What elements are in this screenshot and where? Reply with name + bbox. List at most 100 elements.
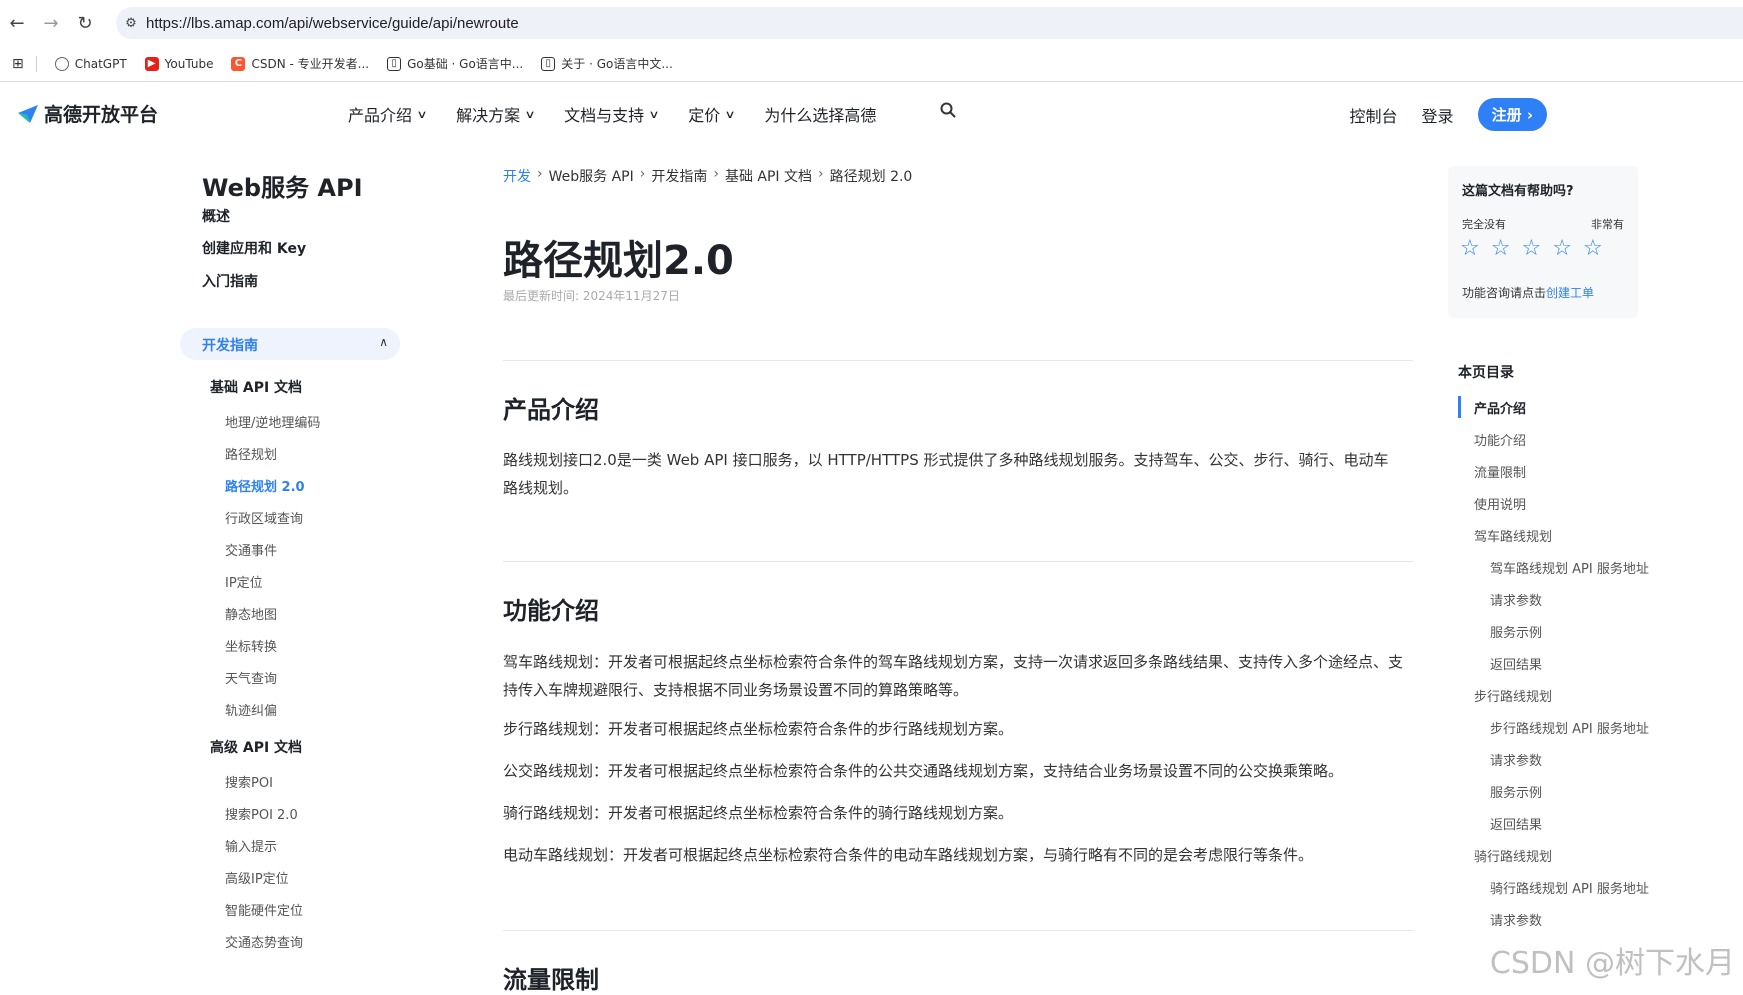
bookmark-chatgpt[interactable]: ChatGPT [55, 57, 127, 71]
book-icon: ▯ [387, 57, 401, 71]
bookmark-go-about[interactable]: ▯ 关于 · Go语言中文... [541, 55, 673, 72]
sidebar-item-getting-started[interactable]: 入门指南 [202, 271, 258, 291]
toc-item[interactable]: 产品介绍 [1474, 398, 1526, 417]
site-info-icon[interactable]: ⚙ [116, 16, 146, 31]
chevron-down-icon: ∨ [524, 108, 535, 121]
main-menu: 产品介绍∨ 解决方案∨ 文档与支持∨ 定价∨ 为什么选择高德 [348, 102, 906, 126]
sidebar-item-traffic-event[interactable]: 交通事件 [225, 540, 277, 559]
bookmark-separator [36, 56, 37, 72]
star-icon[interactable]: ☆ [1521, 238, 1541, 260]
section-paragraph: 路线规划接口2.0是一类 Web API 接口服务，以 HTTP/HTTPS 形… [503, 446, 1403, 502]
star-rating: ☆ ☆ ☆ ☆ ☆ [1460, 238, 1614, 260]
bookmark-youtube[interactable]: ▶ YouTube [145, 57, 214, 71]
search-icon[interactable] [940, 102, 956, 123]
create-ticket-link[interactable]: 创建工单 [1546, 286, 1594, 300]
star-icon[interactable]: ☆ [1583, 238, 1603, 260]
feedback-help: 功能咨询请点击创建工单 [1462, 284, 1594, 301]
sidebar-item-coord-convert[interactable]: 坐标转换 [225, 636, 277, 655]
section-heading: 功能介绍 [503, 591, 599, 626]
toc-active-indicator [1458, 396, 1461, 418]
divider [503, 360, 1413, 361]
sidebar-item-grasp-road[interactable]: 轨迹纠偏 [225, 700, 277, 719]
reload-icon[interactable]: ↻ [68, 6, 102, 40]
toc-item[interactable]: 请求参数 [1490, 910, 1542, 929]
sidebar-item-static-map[interactable]: 静态地图 [225, 604, 277, 623]
sidebar-item-traffic-status[interactable]: 交通态势查询 [225, 932, 303, 951]
youtube-icon: ▶ [145, 57, 159, 71]
breadcrumb-item[interactable]: 基础 API 文档 [725, 166, 812, 186]
toc-item[interactable]: 返回结果 [1490, 814, 1542, 833]
chevron-right-icon: › [640, 166, 646, 186]
toc-item[interactable]: 步行路线规划 [1474, 686, 1552, 705]
url-text[interactable]: https://lbs.amap.com/api/webservice/guid… [146, 15, 519, 32]
toc-item[interactable]: 驾车路线规划 API 服务地址 [1490, 558, 1649, 577]
star-icon[interactable]: ☆ [1460, 238, 1480, 260]
toc-item[interactable]: 请求参数 [1490, 590, 1542, 609]
toc-item[interactable]: 请求参数 [1490, 750, 1542, 769]
sidebar-item-poi-search-v2[interactable]: 搜索POI 2.0 [225, 804, 298, 823]
menu-pricing[interactable]: 定价∨ [688, 102, 734, 126]
sidebar-item-ip-location[interactable]: IP定位 [225, 572, 263, 591]
menu-products[interactable]: 产品介绍∨ [348, 102, 426, 126]
toc-item[interactable]: 驾车路线规划 [1474, 526, 1552, 545]
login-link[interactable]: 登录 [1422, 103, 1454, 127]
sidebar-group-basic-api[interactable]: 基础 API 文档 [210, 377, 302, 397]
menu-docs[interactable]: 文档与支持∨ [564, 102, 658, 126]
console-link[interactable]: 控制台 [1350, 103, 1398, 127]
toc-item[interactable]: 骑行路线规划 API 服务地址 [1490, 878, 1649, 897]
star-icon[interactable]: ☆ [1552, 238, 1572, 260]
sidebar-item-route-v2[interactable]: 路径规划 2.0 [225, 476, 305, 495]
toc-item[interactable]: 功能介绍 [1474, 430, 1526, 449]
rating-low-label: 完全没有 [1462, 216, 1506, 232]
forward-arrow-icon[interactable]: → [34, 6, 68, 40]
sidebar-item-advanced-ip[interactable]: 高级IP定位 [225, 868, 289, 887]
amap-logo-icon [16, 103, 40, 125]
sidebar-item-district[interactable]: 行政区域查询 [225, 508, 303, 527]
apps-grid-icon[interactable]: ⊞ [12, 56, 24, 72]
amap-logo[interactable]: 高德开放平台 [16, 100, 158, 127]
bookmark-csdn[interactable]: C CSDN - 专业开发者... [231, 55, 369, 72]
breadcrumb-item[interactable]: 开发 [503, 166, 531, 186]
bookmark-go-basics[interactable]: ▯ Go基础 · Go语言中... [387, 55, 523, 72]
toc-item[interactable]: 使用说明 [1474, 494, 1526, 513]
menu-why-amap[interactable]: 为什么选择高德 [764, 102, 876, 126]
csdn-icon: C [231, 57, 245, 71]
sidebar-item-poi-search[interactable]: 搜索POI [225, 772, 273, 791]
sidebar-item-route[interactable]: 路径规划 [225, 444, 277, 463]
sidebar-item-geocode[interactable]: 地理/逆地理编码 [225, 412, 320, 431]
chevron-right-icon: › [537, 166, 543, 186]
section-heading: 产品介绍 [503, 390, 599, 425]
breadcrumb-item: 路径规划 2.0 [830, 166, 913, 186]
sidebar-item-weather[interactable]: 天气查询 [225, 668, 277, 687]
divider [503, 561, 1413, 562]
chevron-right-icon: › [713, 166, 719, 186]
sidebar-group-dev-guide[interactable]: 开发指南 ∧ [180, 328, 400, 360]
toc-item[interactable]: 服务示例 [1490, 622, 1542, 641]
register-button[interactable]: 注册 › [1478, 98, 1547, 131]
sidebar-item-input-tips[interactable]: 输入提示 [225, 836, 277, 855]
breadcrumb: 开发 › Web服务 API › 开发指南 › 基础 API 文档 › 路径规划… [503, 166, 918, 186]
star-icon[interactable]: ☆ [1491, 238, 1511, 260]
section-paragraph: 公交路线规划：开发者可根据起终点坐标检索符合条件的公共交通路线规划方案，支持结合… [503, 757, 1403, 785]
sidebar-title: Web服务 API [202, 168, 363, 203]
address-bar[interactable]: ⚙ https://lbs.amap.com/api/webservice/gu… [116, 7, 1743, 39]
toc-item[interactable]: 步行路线规划 API 服务地址 [1490, 718, 1649, 737]
sidebar-item-hardware-location[interactable]: 智能硬件定位 [225, 900, 303, 919]
section-paragraph: 电动车路线规划：开发者可根据起终点坐标检索符合条件的电动车路线规划方案，与骑行略… [503, 841, 1403, 869]
watermark: CSDN @树下水月 [1490, 938, 1735, 982]
toc-item[interactable]: 服务示例 [1490, 782, 1542, 801]
back-arrow-icon[interactable]: ← [0, 6, 34, 40]
toc-item[interactable]: 流量限制 [1474, 462, 1526, 481]
sidebar-item-create-key[interactable]: 创建应用和 Key [202, 238, 306, 258]
breadcrumb-item[interactable]: Web服务 API [549, 166, 634, 186]
feedback-card: 这篇文档有帮助吗? 完全没有 非常有 ☆ ☆ ☆ ☆ ☆ 功能咨询请点击创建工单 [1448, 166, 1638, 318]
toc-item[interactable]: 返回结果 [1490, 654, 1542, 673]
rating-high-label: 非常有 [1591, 216, 1624, 232]
sidebar-group-advanced-api[interactable]: 高级 API 文档 [210, 737, 302, 757]
page-title: 路径规划2.0 [503, 228, 734, 286]
menu-solutions[interactable]: 解决方案∨ [456, 102, 534, 126]
section-paragraph: 驾车路线规划：开发者可根据起终点坐标检索符合条件的驾车路线规划方案，支持一次请求… [503, 648, 1403, 704]
toc-item[interactable]: 骑行路线规划 [1474, 846, 1552, 865]
sidebar-item-overview[interactable]: 概述 [202, 206, 230, 226]
breadcrumb-item[interactable]: 开发指南 [651, 166, 707, 186]
